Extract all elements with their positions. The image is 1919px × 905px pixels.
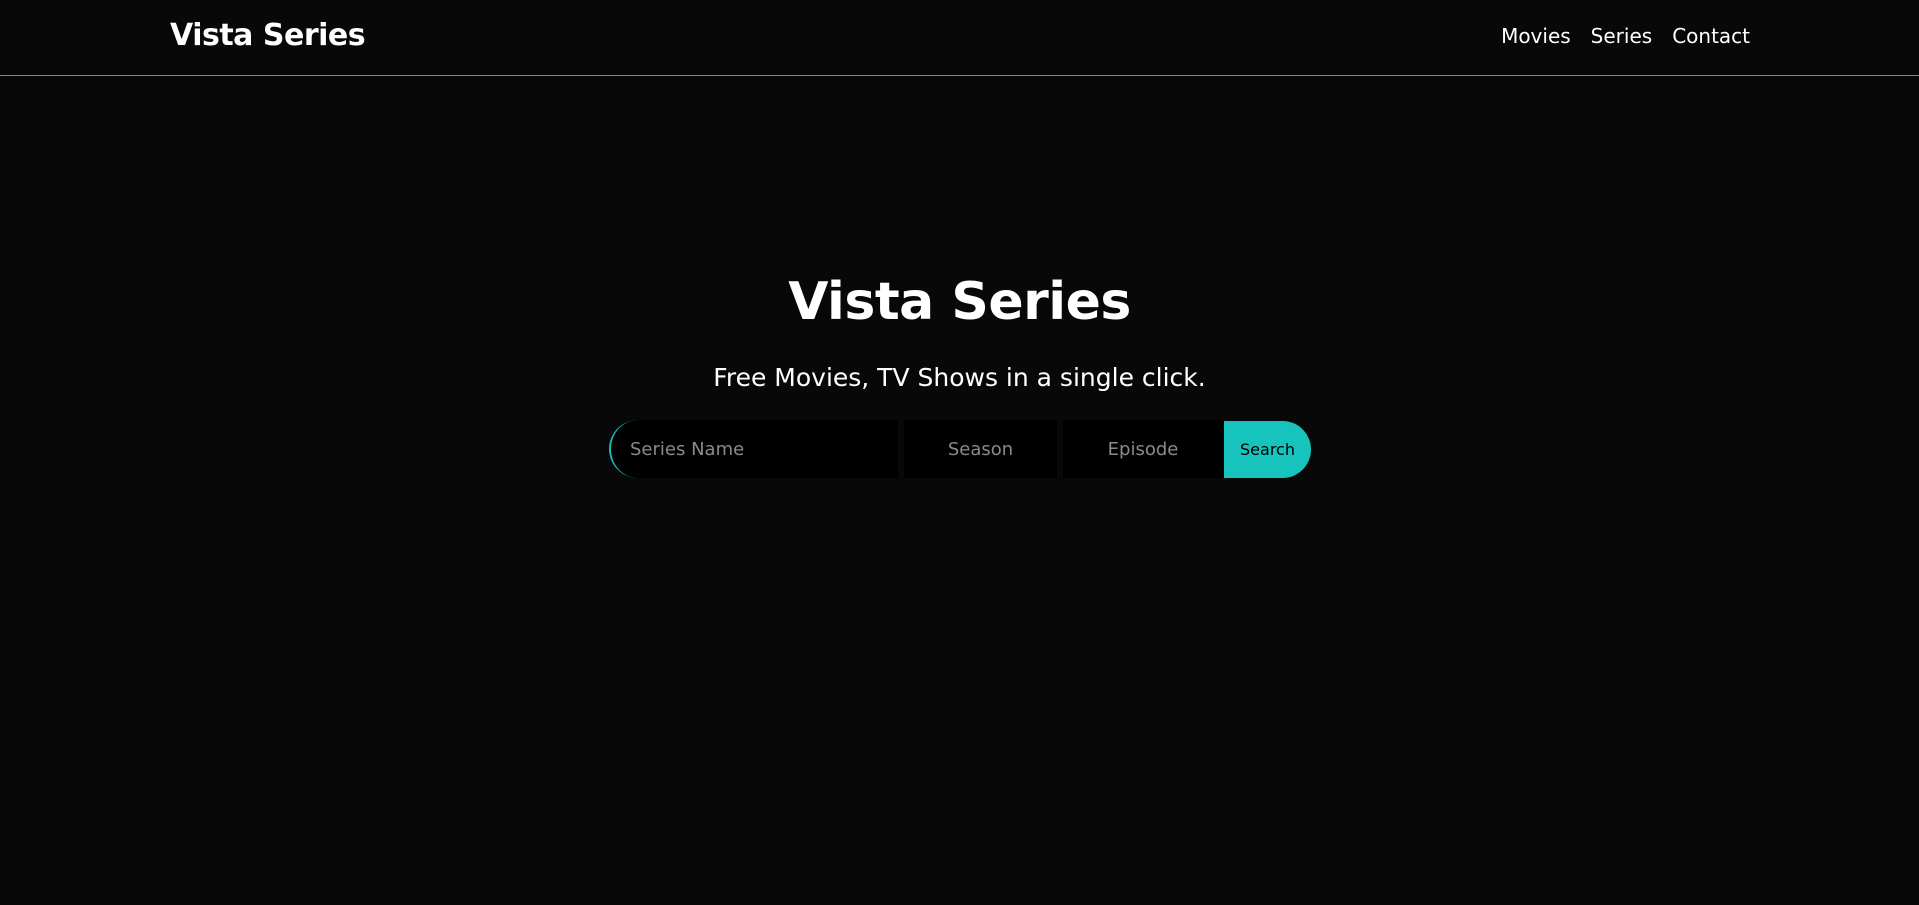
hero-subtitle: Free Movies, TV Shows in a single click. [713, 363, 1206, 392]
nav-link-movies[interactable]: Movies [1501, 24, 1571, 48]
nav-link-series[interactable]: Series [1591, 24, 1653, 48]
season-input[interactable] [904, 420, 1057, 478]
series-name-input[interactable] [609, 420, 898, 478]
search-button[interactable]: Search [1224, 421, 1311, 478]
nav-link-contact[interactable]: Contact [1672, 24, 1750, 48]
episode-input[interactable] [1063, 420, 1223, 478]
brand-logo-link[interactable]: Vista Series [170, 18, 366, 53]
search-form: Search [609, 420, 1311, 478]
nav-links: Movies Series Contact [1501, 24, 1750, 48]
top-navbar: Vista Series Movies Series Contact [0, 0, 1919, 76]
hero-title: Vista Series [788, 272, 1131, 332]
